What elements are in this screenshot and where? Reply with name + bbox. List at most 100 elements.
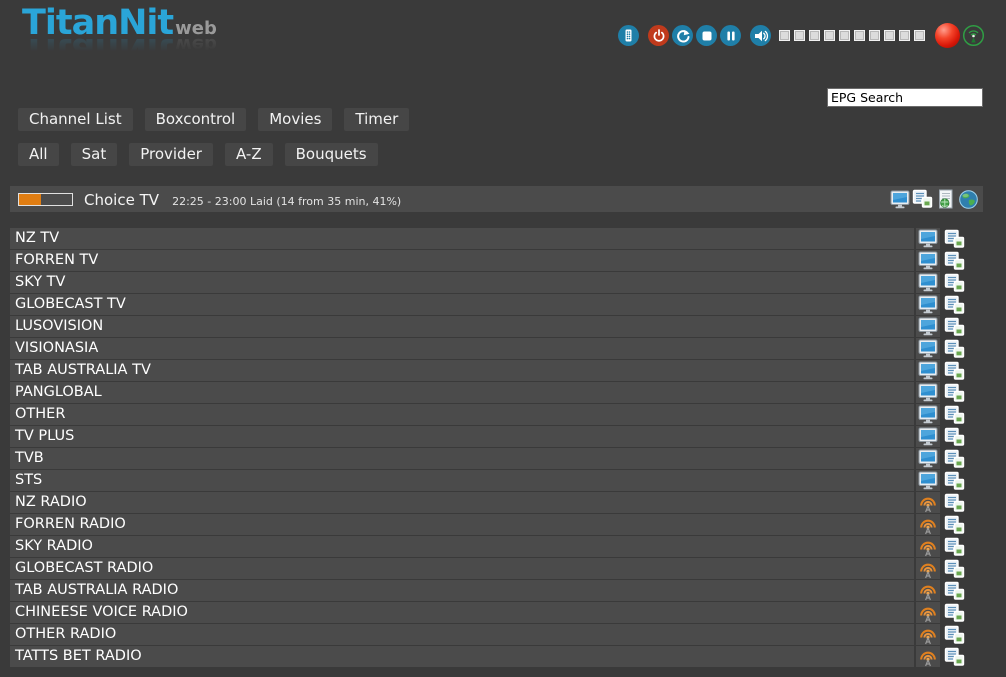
channel-row: FORREN RADIO — [10, 514, 1006, 535]
volume-button[interactable] — [750, 25, 771, 46]
tab-movies[interactable]: Movies — [258, 108, 332, 131]
channel-name[interactable]: TVB — [10, 448, 914, 469]
power-button[interactable] — [648, 25, 669, 46]
open-channel-list-button[interactable] — [943, 338, 965, 359]
channel-row: LUSOVISION — [10, 316, 1006, 337]
open-channel-list-button[interactable] — [943, 228, 965, 249]
open-channel-list-button[interactable] — [943, 448, 965, 469]
open-channel-list-button[interactable] — [943, 250, 965, 271]
open-channel-list-button[interactable] — [943, 404, 965, 425]
zap-radio-button[interactable] — [916, 536, 940, 557]
open-channel-list-button[interactable] — [943, 602, 965, 623]
record-indicator[interactable] — [935, 23, 960, 48]
zap-tv-button[interactable] — [916, 360, 940, 381]
zap-tv-button[interactable] — [916, 470, 940, 491]
channel-name[interactable]: FORREN TV — [10, 250, 914, 271]
channel-name[interactable]: OTHER — [10, 404, 914, 425]
zap-tv-button[interactable] — [916, 294, 940, 315]
channel-name[interactable]: TAB AUSTRALIA RADIO — [10, 580, 914, 601]
signal-icon[interactable] — [962, 24, 985, 47]
zap-radio-button[interactable] — [916, 624, 940, 645]
remote-button[interactable] — [618, 25, 639, 46]
open-channel-list-button[interactable] — [943, 624, 965, 645]
monitor-icon[interactable] — [889, 189, 910, 210]
channel-name[interactable]: PANGLOBAL — [10, 382, 914, 403]
zap-tv-button[interactable] — [916, 272, 940, 293]
open-channel-list-button[interactable] — [943, 272, 965, 293]
channel-name[interactable]: STS — [10, 470, 914, 491]
open-channel-list-button[interactable] — [943, 514, 965, 535]
channel-name[interactable]: GLOBECAST TV — [10, 294, 914, 315]
stop-button[interactable] — [696, 25, 717, 46]
radio-icon — [918, 625, 938, 645]
filter-sat[interactable]: Sat — [71, 143, 118, 166]
radio-icon — [918, 493, 938, 513]
tab-channel-list[interactable]: Channel List — [18, 108, 133, 131]
zap-tv-button[interactable] — [916, 426, 940, 447]
zap-tv-button[interactable] — [916, 382, 940, 403]
tab-timer[interactable]: Timer — [344, 108, 409, 131]
zap-radio-button[interactable] — [916, 602, 940, 623]
open-channel-list-button[interactable] — [943, 536, 965, 557]
volume-block — [794, 30, 805, 41]
list-icon — [944, 471, 965, 491]
list-icon — [944, 339, 965, 359]
volume-block — [809, 30, 820, 41]
globe-icon[interactable] — [958, 189, 979, 210]
channel-name[interactable]: SKY TV — [10, 272, 914, 293]
zap-tv-button[interactable] — [916, 448, 940, 469]
channel-name[interactable]: GLOBECAST RADIO — [10, 558, 914, 579]
open-channel-list-button[interactable] — [943, 492, 965, 513]
open-channel-list-button[interactable] — [943, 316, 965, 337]
monitor-icon — [918, 251, 938, 270]
open-channel-list-button[interactable] — [943, 558, 965, 579]
zap-radio-button[interactable] — [916, 514, 940, 535]
zap-radio-button[interactable] — [916, 646, 940, 667]
filter-bouquets[interactable]: Bouquets — [285, 143, 378, 166]
filter-a-z[interactable]: A-Z — [225, 143, 273, 166]
volume-block — [899, 30, 910, 41]
open-channel-list-button[interactable] — [943, 470, 965, 491]
open-channel-list-button[interactable] — [943, 294, 965, 315]
channel-name[interactable]: TV PLUS — [10, 426, 914, 447]
channel-name[interactable]: FORREN RADIO — [10, 514, 914, 535]
tab-boxcontrol[interactable]: Boxcontrol — [145, 108, 247, 131]
channel-name[interactable]: SKY RADIO — [10, 536, 914, 557]
channel-name[interactable]: TAB AUSTRALIA TV — [10, 360, 914, 381]
zap-tv-button[interactable] — [916, 250, 940, 271]
filter-provider[interactable]: Provider — [129, 143, 213, 166]
open-channel-list-button[interactable] — [943, 646, 965, 667]
list-icon[interactable] — [912, 189, 933, 210]
zap-tv-button[interactable] — [916, 404, 940, 425]
filter-all[interactable]: All — [18, 143, 59, 166]
refresh-button[interactable] — [672, 25, 693, 46]
channel-name[interactable]: VISIONASIA — [10, 338, 914, 359]
open-channel-list-button[interactable] — [943, 360, 965, 381]
now-playing-actions — [887, 189, 979, 210]
channel-name[interactable]: OTHER RADIO — [10, 624, 914, 645]
zap-tv-button[interactable] — [916, 228, 940, 249]
channel-name[interactable]: LUSOVISION — [10, 316, 914, 337]
open-channel-list-button[interactable] — [943, 426, 965, 447]
channel-name[interactable]: TATTS BET RADIO — [10, 646, 914, 667]
epg-search-input[interactable] — [827, 88, 983, 107]
filter-tabs: All Sat Provider A-Z Bouquets — [18, 143, 390, 166]
radio-icon — [918, 537, 938, 557]
open-channel-list-button[interactable] — [943, 382, 965, 403]
channel-name[interactable]: CHINEESE VOICE RADIO — [10, 602, 914, 623]
epg-page-icon[interactable] — [935, 189, 956, 210]
pause-button[interactable] — [720, 25, 741, 46]
list-icon — [944, 625, 965, 645]
zap-tv-button[interactable] — [916, 316, 940, 337]
zap-radio-button[interactable] — [916, 492, 940, 513]
open-channel-list-button[interactable] — [943, 580, 965, 601]
channel-name[interactable]: NZ RADIO — [10, 492, 914, 513]
zap-radio-button[interactable] — [916, 580, 940, 601]
monitor-icon — [918, 317, 938, 336]
channel-name[interactable]: NZ TV — [10, 228, 914, 249]
list-icon — [944, 647, 965, 667]
volume-level-bar — [775, 30, 925, 41]
zap-tv-button[interactable] — [916, 338, 940, 359]
zap-radio-button[interactable] — [916, 558, 940, 579]
topbar-controls — [615, 23, 985, 48]
